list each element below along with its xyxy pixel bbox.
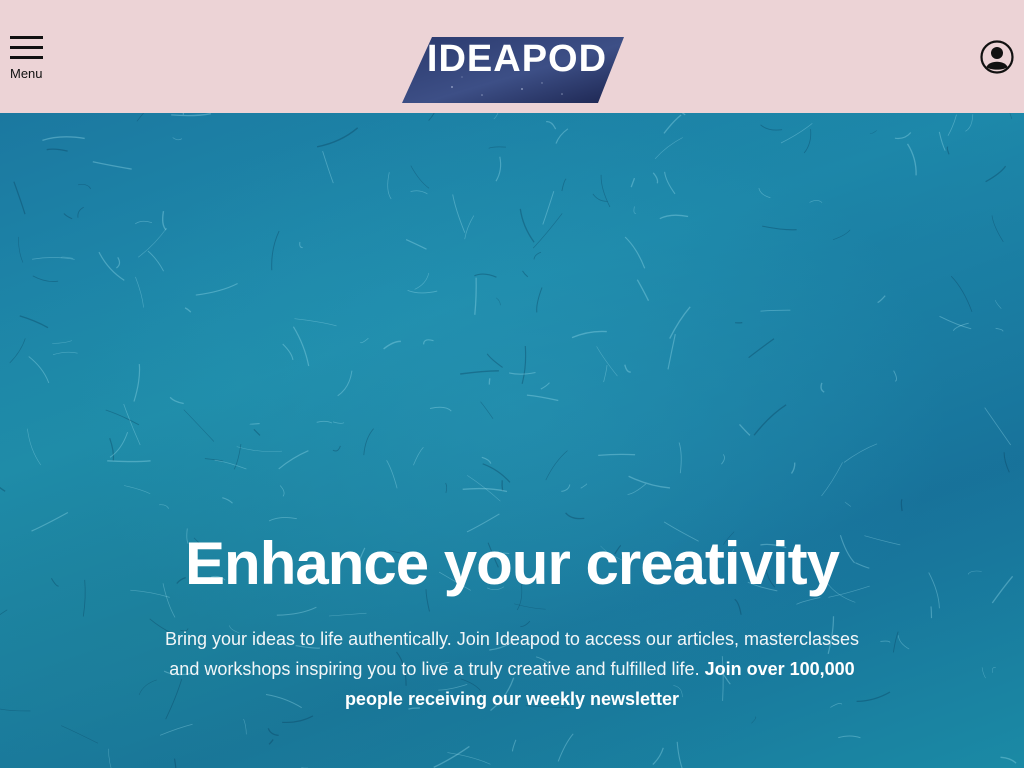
site-header: Menu IDEAPOD — [0, 0, 1024, 113]
user-account-icon — [980, 40, 1014, 74]
hero-description: Bring your ideas to life authentically. … — [162, 624, 862, 714]
menu-label: Menu — [10, 66, 43, 81]
logo-text: IDEAPOD — [427, 38, 607, 80]
hero-section: Enhance your creativity Bring your ideas… — [0, 113, 1024, 768]
ideapod-logo[interactable]: IDEAPOD — [402, 37, 624, 104]
menu-button[interactable]: Menu — [10, 34, 44, 82]
hamburger-menu-icon-bar — [10, 56, 43, 59]
account-button[interactable] — [979, 39, 1015, 75]
hero-title: Enhance your creativity — [185, 530, 840, 597]
hamburger-menu-icon — [10, 36, 43, 39]
hamburger-menu-icon-bar — [10, 46, 43, 49]
